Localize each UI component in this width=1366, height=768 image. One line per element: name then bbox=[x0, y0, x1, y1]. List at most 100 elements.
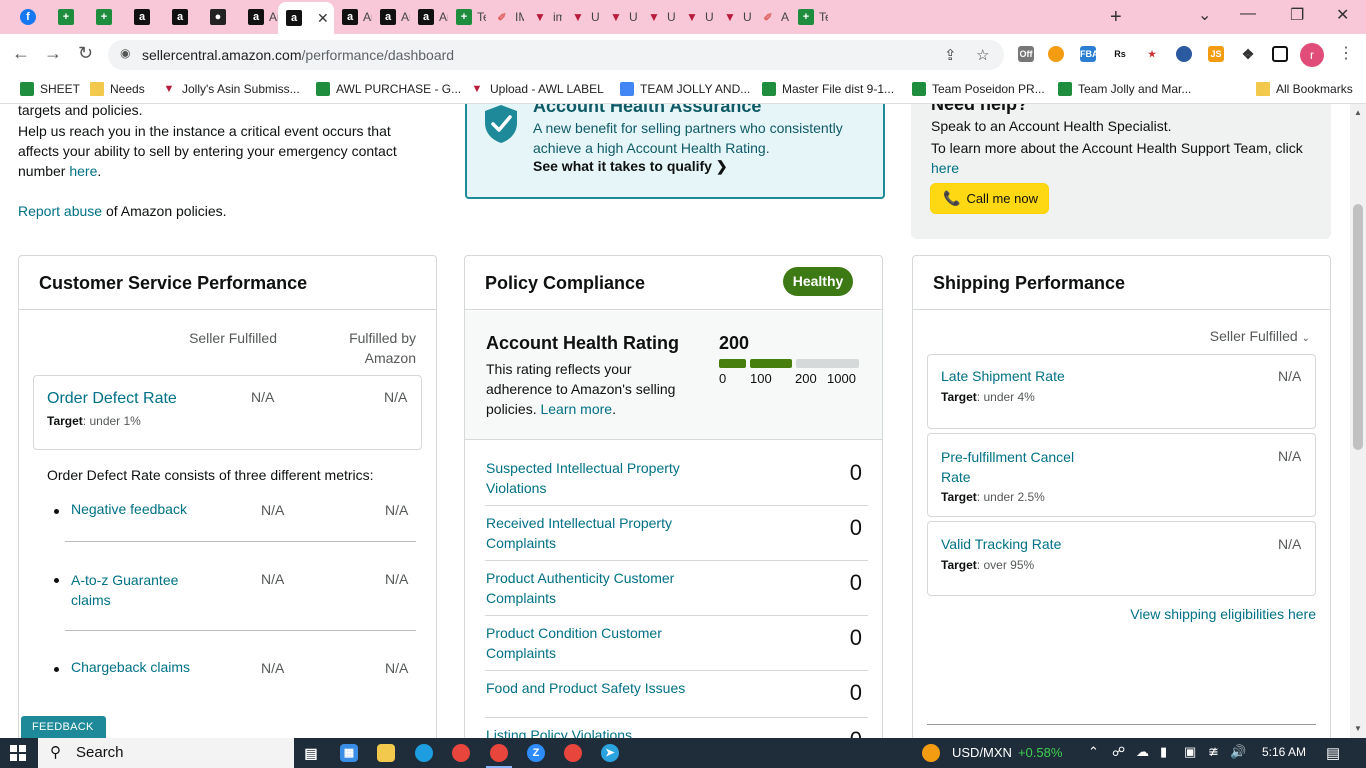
site-info-icon[interactable]: ◉ bbox=[120, 46, 130, 60]
extension-fba-icon[interactable]: FBA bbox=[1080, 46, 1099, 62]
bookmark-item[interactable]: ▼ Jolly's Asin Submiss... bbox=[162, 82, 300, 96]
aha-qualify-link[interactable]: See what it takes to qualify ❯ bbox=[533, 158, 728, 175]
browser-tab[interactable]: ▼ Up bbox=[676, 4, 714, 30]
browser-menu-icon[interactable]: ⋮ bbox=[1338, 43, 1354, 63]
browser-tab[interactable]: ▼ Up bbox=[638, 4, 676, 30]
extensions-puzzle-icon[interactable]: ❖ bbox=[1240, 46, 1256, 62]
browser-tab[interactable]: f bbox=[12, 4, 50, 30]
browser-tab[interactable]: ● bbox=[202, 4, 240, 30]
report-abuse-link[interactable]: Report abuse bbox=[18, 203, 102, 219]
browser-tab[interactable]: + bbox=[50, 4, 88, 30]
file-explorer-icon[interactable] bbox=[377, 744, 395, 762]
tab-close-icon[interactable]: ✕ bbox=[317, 10, 329, 27]
emergency-contact-link[interactable]: here bbox=[69, 163, 97, 179]
scroll-up-icon[interactable]: ▲ bbox=[1354, 108, 1362, 117]
browser-tab[interactable]: + Tea bbox=[448, 4, 486, 30]
task-view-icon[interactable]: ▤ bbox=[302, 744, 320, 762]
wifi-icon[interactable]: ≇ bbox=[1208, 744, 1219, 760]
browser-tab[interactable]: a Am bbox=[410, 4, 448, 30]
url-text[interactable]: sellercentral.amazon.com/performance/das… bbox=[142, 47, 454, 63]
browser-tab[interactable]: ▼ ima bbox=[524, 4, 562, 30]
late-shipment-rate-link[interactable]: Late Shipment Rate bbox=[941, 368, 1065, 384]
windows-start-icon[interactable] bbox=[10, 745, 26, 761]
policy-row-link[interactable]: Product Authenticity Customer Complaints bbox=[486, 568, 716, 608]
scroll-down-icon[interactable]: ▼ bbox=[1354, 724, 1362, 733]
browser-tab[interactable]: a ✕ bbox=[278, 2, 334, 34]
chrome-icon[interactable] bbox=[452, 744, 470, 762]
chrome-profile-icon[interactable] bbox=[564, 744, 582, 762]
bookmark-item[interactable]: ▼ Upload - AWL LABEL bbox=[470, 82, 604, 96]
telegram-icon[interactable]: ➤ bbox=[601, 744, 619, 762]
store-icon[interactable]: ▦ bbox=[340, 744, 358, 762]
feedback-button[interactable]: FEEDBACK ✕ bbox=[21, 716, 106, 755]
policy-row-link[interactable]: Listing Policy Violations bbox=[486, 725, 746, 738]
help-support-link[interactable]: here bbox=[931, 160, 959, 176]
onedrive-cloud-icon[interactable]: ☁ bbox=[1136, 744, 1149, 760]
ahr-learn-more-link[interactable]: Learn more bbox=[540, 401, 612, 417]
back-arrow-icon[interactable]: ← bbox=[12, 43, 30, 64]
edge-icon[interactable] bbox=[415, 744, 433, 762]
bookmark-item[interactable]: SHEET bbox=[20, 82, 80, 96]
extension-off-icon[interactable]: Off bbox=[1018, 46, 1034, 62]
bookmark-item[interactable]: Master File dist 9-1... bbox=[762, 82, 894, 96]
shipping-eligibilities-link[interactable]: View shipping eligibilities here bbox=[1130, 606, 1316, 622]
zoom-icon[interactable]: Z bbox=[527, 744, 545, 762]
browser-tab[interactable]: + bbox=[88, 4, 126, 30]
currency-ticker[interactable]: USD/MXN +0.58% bbox=[952, 745, 1062, 760]
policy-row-link[interactable]: Food and Product Safety Issues bbox=[486, 678, 746, 698]
browser-tab[interactable]: ▼ Up bbox=[714, 4, 752, 30]
policy-row-link[interactable]: Received Intellectual Property Complaint… bbox=[486, 513, 716, 553]
negative-feedback-link[interactable]: Negative feedback bbox=[71, 501, 187, 517]
extension-rs-icon[interactable]: Rs bbox=[1112, 46, 1128, 62]
valid-tracking-rate-link[interactable]: Valid Tracking Rate bbox=[941, 536, 1061, 552]
taskbar-clock[interactable]: 5:16 AM bbox=[1262, 745, 1306, 759]
extension-red-icon[interactable]: ★ bbox=[1144, 46, 1160, 62]
bookmark-item[interactable]: AWL PURCHASE - G... bbox=[316, 82, 461, 96]
chargeback-claims-link[interactable]: Chargeback claims bbox=[71, 659, 190, 675]
a-to-z-claims-link[interactable]: A-to-z Guarantee claims bbox=[71, 570, 178, 610]
bookmark-item[interactable]: All Bookmarks bbox=[1256, 82, 1353, 96]
browser-tab[interactable]: ▼ Up bbox=[562, 4, 600, 30]
fulfillment-dropdown[interactable]: Seller Fulfilled ⌄ bbox=[1210, 328, 1310, 344]
new-tab-button[interactable]: + bbox=[1110, 6, 1122, 29]
profile-avatar[interactable]: r bbox=[1300, 43, 1324, 67]
extension-blue-icon[interactable] bbox=[1176, 46, 1192, 62]
extension-orange-icon[interactable] bbox=[1048, 46, 1064, 62]
browser-tab[interactable]: a Am bbox=[372, 4, 410, 30]
bookmark-item[interactable]: Team Poseidon PR... bbox=[912, 82, 1045, 96]
battery-icon[interactable]: ▮ bbox=[1160, 744, 1167, 760]
taskbar-search-box[interactable]: ⚲ Search bbox=[38, 738, 294, 768]
scrollbar-thumb[interactable] bbox=[1353, 204, 1363, 450]
bookmark-item[interactable]: Needs bbox=[90, 82, 145, 96]
policy-row-link[interactable]: Product Condition Customer Complaints bbox=[486, 623, 716, 663]
chrome-active-icon[interactable] bbox=[490, 744, 508, 762]
call-me-now-button[interactable]: 📞 Call me now bbox=[930, 183, 1049, 214]
browser-tab[interactable]: ▼ Up bbox=[600, 4, 638, 30]
bookmark-item[interactable]: TEAM JOLLY AND... bbox=[620, 82, 750, 96]
browser-tab[interactable]: a Am bbox=[334, 4, 372, 30]
share-icon[interactable]: ⇪ bbox=[944, 46, 957, 64]
order-defect-rate-link[interactable]: Order Defect Rate bbox=[47, 390, 177, 408]
reload-icon[interactable]: ↻ bbox=[78, 43, 93, 64]
address-bar[interactable]: ◉ sellercentral.amazon.com/performance/d… bbox=[108, 40, 1004, 70]
browser-tab[interactable]: a bbox=[164, 4, 202, 30]
extension-js-icon[interactable]: JS bbox=[1208, 46, 1224, 62]
page-scrollbar[interactable]: ▲ ▼ bbox=[1350, 104, 1366, 738]
tab-search-chevron-icon[interactable]: ⌄ bbox=[1198, 5, 1211, 25]
window-close-icon[interactable]: ✕ bbox=[1336, 5, 1349, 25]
minimize-icon[interactable]: — bbox=[1240, 5, 1256, 23]
display-icon[interactable]: ▣ bbox=[1184, 744, 1196, 760]
pre-fulfillment-cancel-rate-link[interactable]: Pre-fulfillment Cancel Rate bbox=[941, 447, 1074, 487]
tray-network-icon[interactable]: ☍ bbox=[1112, 744, 1125, 760]
browser-tab[interactable]: a Am bbox=[240, 4, 278, 30]
browser-tab[interactable]: ✐ IMI bbox=[486, 4, 524, 30]
bookmark-item[interactable]: Team Jolly and Mar... bbox=[1058, 82, 1191, 96]
browser-tab[interactable]: ✐ AM bbox=[752, 4, 790, 30]
restore-icon[interactable]: ❐ bbox=[1290, 5, 1304, 25]
side-panel-icon[interactable] bbox=[1272, 46, 1288, 62]
tray-chevron-up-icon[interactable]: ⌃ bbox=[1088, 744, 1099, 760]
browser-tab[interactable]: a bbox=[126, 4, 164, 30]
browser-tab[interactable]: + Tea bbox=[790, 4, 828, 30]
policy-row-link[interactable]: Suspected Intellectual Property Violatio… bbox=[486, 458, 716, 498]
bookmark-star-icon[interactable]: ☆ bbox=[976, 46, 989, 64]
